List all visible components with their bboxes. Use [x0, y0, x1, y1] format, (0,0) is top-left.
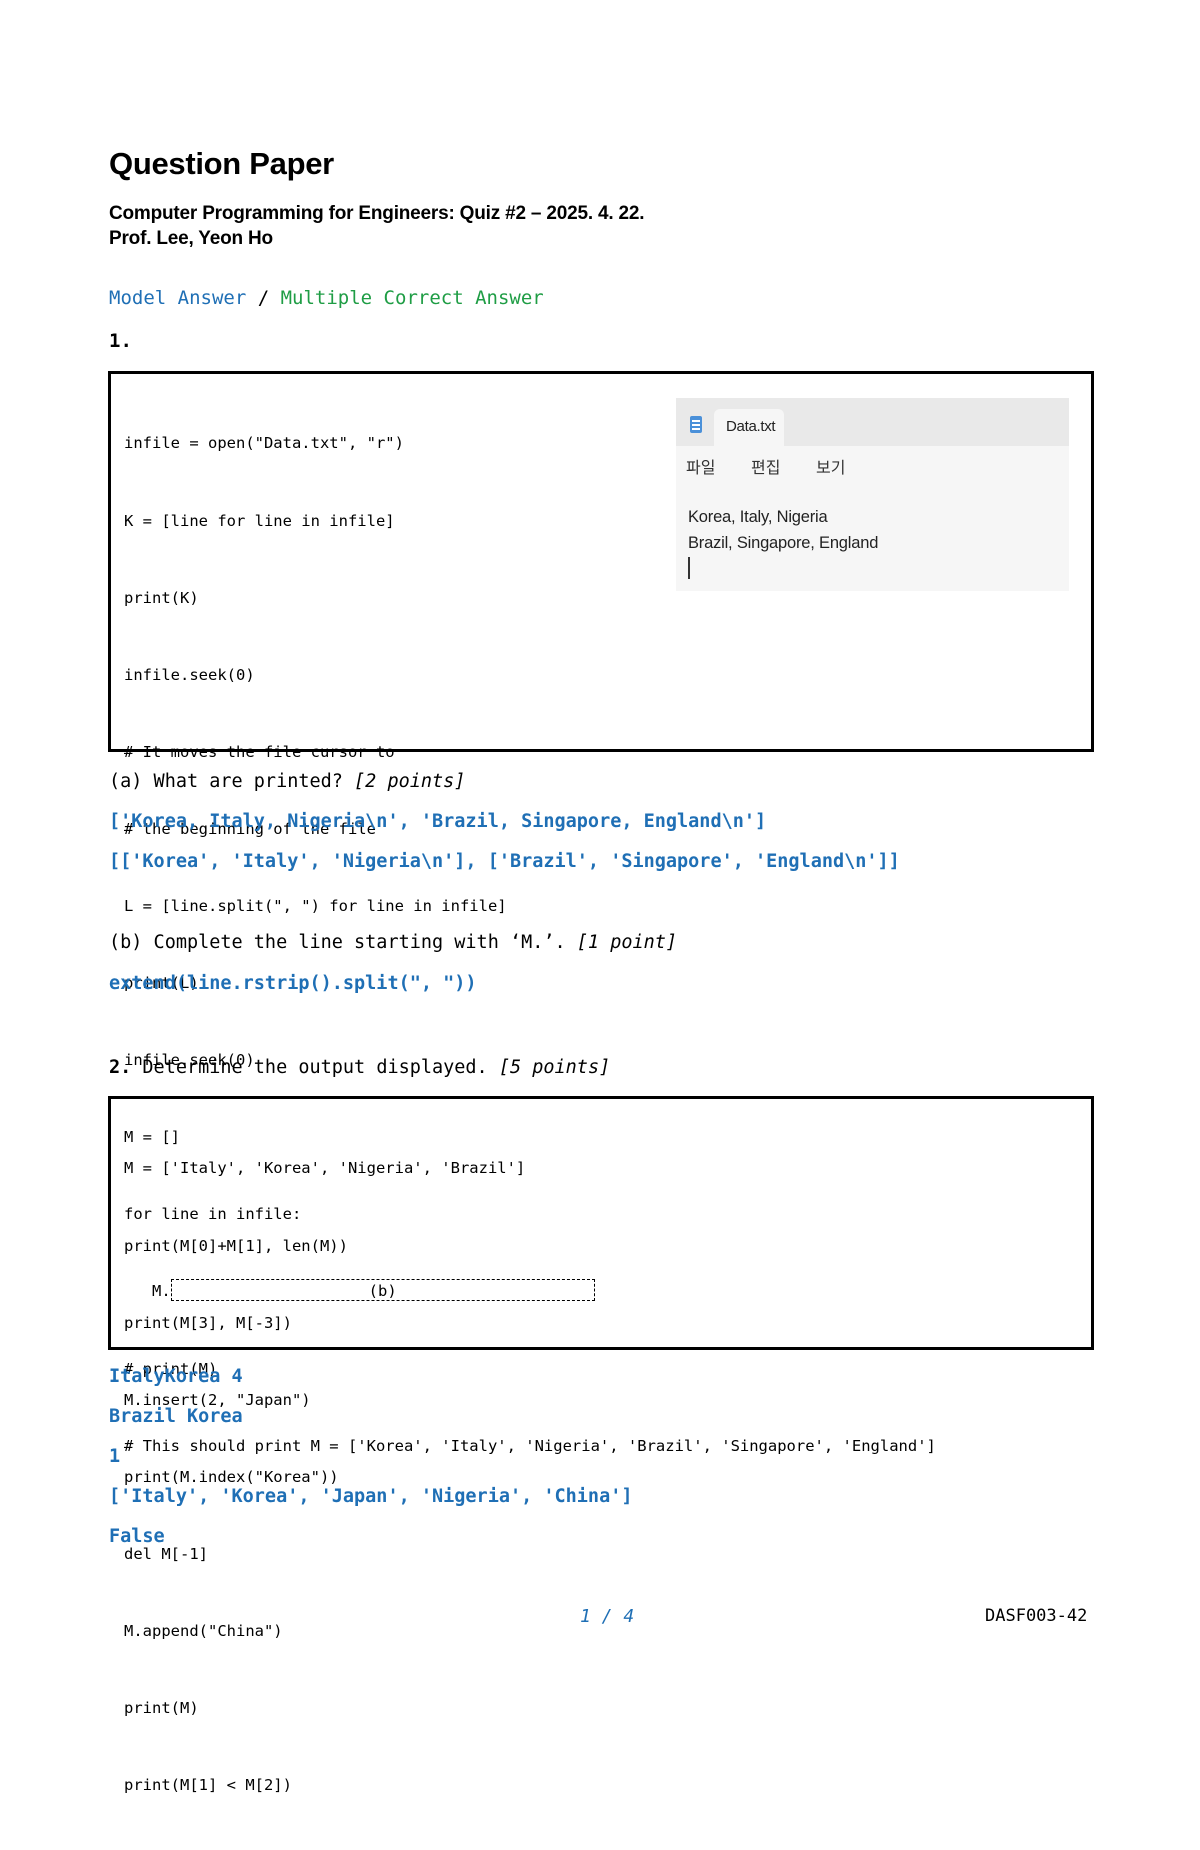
notepad-text-cursor: [688, 557, 690, 579]
q2-answer-2: Brazil Korea: [109, 1406, 243, 1427]
legend-multiple-answer: Multiple Correct Answer: [280, 287, 544, 309]
code-line: print(M[1] < M[2]): [124, 1776, 292, 1795]
legend-model-answer: Model Answer: [109, 287, 247, 309]
q1b-question: (b) Complete the line starting with ‘M.’…: [109, 932, 677, 953]
code-line: del M[-1]: [124, 1544, 208, 1563]
q2-text: Determine the output displayed.: [131, 1057, 499, 1078]
q1b-points: [1 point]: [576, 932, 678, 953]
question-1-number: 1.: [109, 330, 132, 352]
document-code: DASF003-42: [985, 1606, 1088, 1626]
question-paper-page: Question Paper Computer Programming for …: [0, 0, 1200, 1794]
notepad-icon: [690, 416, 702, 433]
notepad-line: Korea, Italy, Nigeria: [688, 508, 828, 526]
code-line: print(M[3], M[-3]): [124, 1313, 292, 1332]
q1a-answer-2: [['Korea', 'Italy', 'Nigeria\n'], ['Braz…: [109, 851, 900, 872]
notepad-tab-title: Data.txt: [726, 418, 776, 435]
question-2-heading: 2. Determine the output displayed. [5 po…: [109, 1057, 610, 1078]
q2-answer-4: ['Italy', 'Korea', 'Japan', 'Nigeria', '…: [109, 1486, 633, 1507]
answer-legend: Model Answer / Multiple Correct Answer: [109, 287, 544, 309]
q1b-text: (b) Complete the line starting with ‘M.’…: [109, 932, 577, 953]
notepad-menu-edit: 편집: [751, 460, 781, 477]
legend-separator: /: [246, 287, 281, 309]
code-line: L = [line.split(", ") for line in infile…: [124, 896, 507, 915]
code-line: M = ['Italy', 'Korea', 'Nigeria', 'Brazi…: [124, 1159, 526, 1178]
page-number: 1 / 4: [580, 1606, 635, 1627]
q1a-question: (a) What are printed? [2 points]: [109, 771, 465, 792]
q2-points: [5 points]: [498, 1057, 611, 1078]
q2-code: M = ['Italy', 'Korea', 'Nigeria', 'Brazi…: [124, 1105, 525, 1850]
q2-answer-1: ItalyKorea 4: [109, 1366, 243, 1387]
code-line: print(M[0]+M[1], len(M)): [124, 1236, 348, 1255]
notepad-menu-file: 파일: [686, 460, 716, 477]
course-line: Computer Programming for Engineers: Quiz…: [109, 203, 645, 224]
q1a-text: (a) What are printed?: [109, 771, 355, 792]
code-line: # It moves the file cursor to: [124, 742, 395, 761]
notepad-window: Data.txt 파일 편집 보기 Korea, Italy, Nigeria …: [676, 398, 1069, 591]
notepad-menu-view: 보기: [816, 460, 846, 477]
code-line: print(M): [124, 1699, 199, 1718]
page-title: Question Paper: [109, 146, 334, 181]
question-2-number: 2.: [109, 1057, 132, 1078]
q2-answer-3: 1: [109, 1446, 121, 1467]
professor-line: Prof. Lee, Yeon Ho: [109, 228, 273, 249]
q1a-points: [2 points]: [354, 771, 466, 792]
code-line: infile.seek(0): [124, 665, 255, 684]
q1a-answer-1: ['Korea, Italy, Nigeria\n', 'Brazil, Sin…: [109, 811, 767, 832]
code-line: M.append("China"): [124, 1621, 283, 1640]
q2-answer-5: False: [109, 1526, 165, 1547]
notepad-line: Brazil, Singapore, England: [688, 534, 879, 552]
q1b-answer: extend(line.rstrip().split(", ")): [109, 973, 477, 994]
